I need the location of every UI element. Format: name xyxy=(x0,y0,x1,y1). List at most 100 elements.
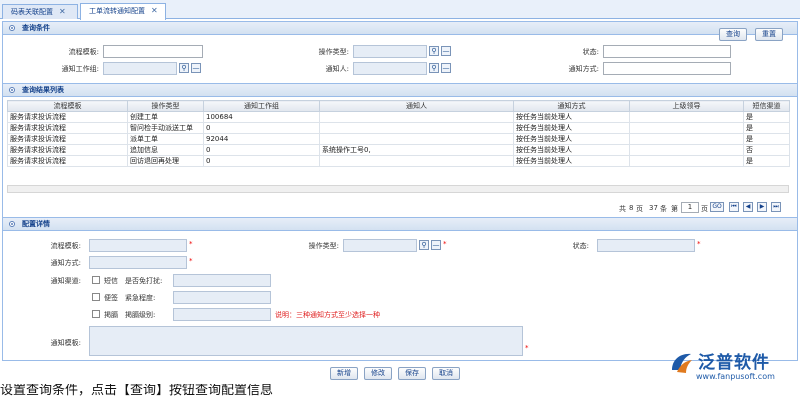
table-row[interactable]: 服务请求投诉流程 派单工单 92044 按任务当前处理人 是 xyxy=(7,133,790,145)
channel-check-label: 便签 xyxy=(104,294,118,302)
person-input[interactable] xyxy=(353,62,427,75)
search-button[interactable]: 查询 xyxy=(719,28,747,41)
brand-logo: 泛普软件 www.fanpusoft.com xyxy=(668,348,800,394)
required-mark: * xyxy=(189,257,193,265)
alert-checkbox[interactable] xyxy=(92,310,100,318)
detail-op-type-input[interactable] xyxy=(343,239,417,252)
sms-dnd-input[interactable] xyxy=(173,274,271,287)
detail-method-input[interactable] xyxy=(89,256,187,269)
table-cell xyxy=(319,133,514,145)
clear-icon[interactable]: — xyxy=(431,240,441,250)
prev-page-icon[interactable]: ◀ xyxy=(743,202,753,212)
column-header[interactable]: 通知工作组 xyxy=(203,100,320,112)
urgency-input[interactable] xyxy=(173,291,271,304)
table-cell xyxy=(629,133,744,145)
column-header[interactable]: 短信渠道 xyxy=(743,100,790,112)
brand-url: www.fanpusoft.com xyxy=(696,372,775,381)
detail-template-input[interactable] xyxy=(89,239,187,252)
clear-icon[interactable]: — xyxy=(441,63,451,73)
search-icon[interactable]: ⚲ xyxy=(179,63,189,73)
table-cell: 按任务当前处理人 xyxy=(513,111,630,123)
table-cell: 服务请求投诉流程 xyxy=(7,111,128,123)
table-cell: 服务请求投诉流程 xyxy=(7,122,128,134)
clear-icon[interactable]: — xyxy=(441,46,451,56)
table-cell: 智问检手动派送工单 xyxy=(127,122,204,134)
table-cell: 回访退回再处理 xyxy=(127,155,204,167)
channel-field-label: 掲膈级别: xyxy=(125,311,156,319)
column-header[interactable]: 通知方式 xyxy=(513,100,630,112)
table-cell: 服务请求投诉流程 xyxy=(7,155,128,167)
tab-bar: 码表关联配置 ✕ 工单流转通知配置 ✕ xyxy=(0,0,800,20)
table-row[interactable]: 服务请求投诉流程 智问检手动派送工单 0 按任务当前处理人 是 xyxy=(7,122,790,134)
channel-field-label: 紧急程度: xyxy=(125,294,156,302)
last-page-icon[interactable]: ⏭ xyxy=(771,202,781,212)
table-cell xyxy=(629,111,744,123)
close-icon[interactable]: ✕ xyxy=(59,7,66,16)
panel-title: 配置详情 xyxy=(22,220,50,228)
results-panel: 查询结果列表 流程模板 操作类型 通知工作组 通知人 通知方式 上级领导 短信渠… xyxy=(3,83,797,233)
group-label: 通知工作组: xyxy=(61,65,99,73)
sms-checkbox[interactable] xyxy=(92,276,100,284)
go-button[interactable]: GO xyxy=(710,202,724,212)
table-header-row: 流程模板 操作类型 通知工作组 通知人 通知方式 上级领导 短信渠道 xyxy=(7,100,790,112)
group-input[interactable] xyxy=(103,62,177,75)
table-cell xyxy=(629,144,744,156)
panel-bullet-icon xyxy=(9,221,15,227)
tab-workorder-notify[interactable]: 工单流转通知配置 ✕ xyxy=(80,3,166,20)
table-cell: 按任务当前处理人 xyxy=(513,144,630,156)
reset-button[interactable]: 重置 xyxy=(755,28,783,41)
detail-panel-header: 配置详情 xyxy=(3,218,797,231)
tab-code-relation[interactable]: 码表关联配置 ✕ xyxy=(2,4,78,19)
first-page-icon[interactable]: ⏮ xyxy=(729,202,739,212)
add-button[interactable]: 新增 xyxy=(330,367,358,380)
search-icon[interactable]: ⚲ xyxy=(419,240,429,250)
pager-text: 共 xyxy=(619,205,626,213)
column-header[interactable]: 通知人 xyxy=(319,100,514,112)
table-row[interactable]: 服务请求投诉流程 追加信息 0 系统操作工号0, 按任务当前处理人 否 xyxy=(7,144,790,156)
column-header[interactable]: 上级领导 xyxy=(629,100,744,112)
column-header[interactable]: 操作类型 xyxy=(127,100,204,112)
column-header[interactable]: 流程模板 xyxy=(7,100,128,112)
table-cell: 按任务当前处理人 xyxy=(513,155,630,167)
template-input[interactable] xyxy=(103,45,203,58)
table-row[interactable]: 服务请求投诉流程 回访退回再处理 0 按任务当前处理人 是 xyxy=(7,155,790,167)
note-checkbox[interactable] xyxy=(92,293,100,301)
method-input[interactable] xyxy=(603,62,731,75)
table-cell: 92044 xyxy=(203,133,320,145)
table-cell: 是 xyxy=(743,111,790,123)
alert-level-input[interactable] xyxy=(173,308,271,321)
table-cell xyxy=(319,155,514,167)
brand-name: 泛普软件 xyxy=(698,353,770,373)
table-row[interactable]: 服务请求投诉流程 创建工单 100684 按任务当前处理人 是 xyxy=(7,111,790,123)
table-cell: 创建工单 xyxy=(127,111,204,123)
person-label: 通知人: xyxy=(325,65,349,73)
table-cell: 是 xyxy=(743,133,790,145)
horizontal-scrollbar[interactable] xyxy=(7,185,789,193)
op-type-input[interactable] xyxy=(353,45,427,58)
table-cell: 按任务当前处理人 xyxy=(513,122,630,134)
save-button[interactable]: 保存 xyxy=(398,367,426,380)
notify-template-textarea[interactable] xyxy=(89,326,523,356)
required-mark: * xyxy=(443,240,447,248)
main-frame: 查询条件 查询 重置 流程模板: 操作类型: ⚲ — 状态: 通知工作组: ⚲ … xyxy=(2,21,798,361)
table-cell xyxy=(629,122,744,134)
table-cell: 服务请求投诉流程 xyxy=(7,133,128,145)
status-input[interactable] xyxy=(603,45,731,58)
detail-template-label: 流程模板: xyxy=(50,242,81,250)
panel-bullet-icon xyxy=(9,25,15,31)
cancel-button[interactable]: 取消 xyxy=(432,367,460,380)
channel-label: 通知渠道: xyxy=(50,277,81,285)
search-icon[interactable]: ⚲ xyxy=(429,63,439,73)
edit-button[interactable]: 修改 xyxy=(364,367,392,380)
search-icon[interactable]: ⚲ xyxy=(429,46,439,56)
next-page-icon[interactable]: ▶ xyxy=(757,202,767,212)
close-icon[interactable]: ✕ xyxy=(151,6,158,15)
clear-icon[interactable]: — xyxy=(191,63,201,73)
caption-text: 设置查询条件，点击【查询】按钮查询配置信息 xyxy=(0,384,274,398)
page-number-input[interactable]: 1 xyxy=(681,202,699,213)
detail-status-input[interactable] xyxy=(597,239,695,252)
pager-text: 页 xyxy=(701,205,708,213)
method-label: 通知方式: xyxy=(568,65,599,73)
required-mark: * xyxy=(697,240,701,248)
panel-bullet-icon xyxy=(9,87,15,93)
